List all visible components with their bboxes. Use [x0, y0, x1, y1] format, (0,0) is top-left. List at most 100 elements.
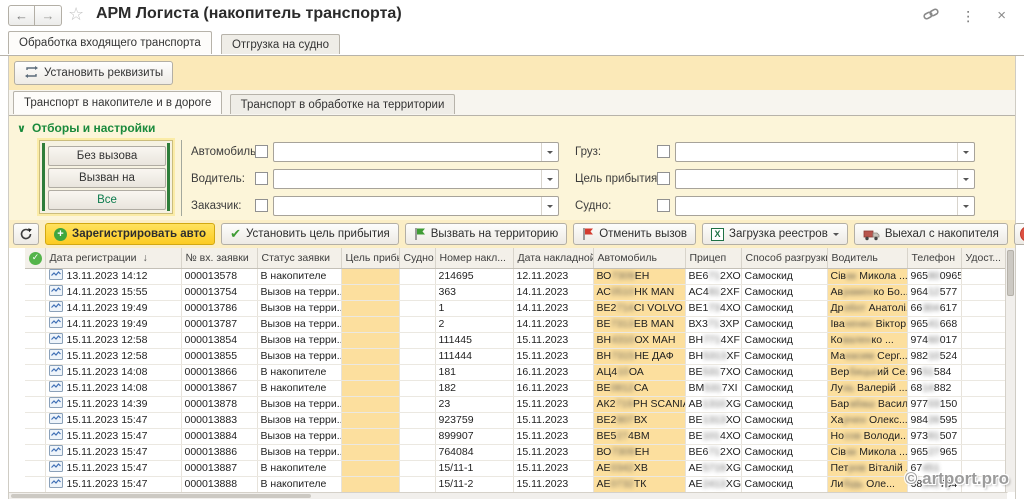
col-header-10[interactable]: Водитель [827, 248, 907, 268]
cell-trailer[interactable]: ВМ5317ХІ [685, 380, 741, 396]
set-requisites-button[interactable]: Установить реквизиты [14, 61, 173, 85]
cell-unload-method[interactable]: Самоскид [741, 332, 827, 348]
cell-select[interactable] [25, 380, 45, 396]
cell-select[interactable] [25, 348, 45, 364]
customer-filter-dropdown-icon[interactable] [541, 197, 558, 215]
cell-request-number[interactable]: 000013854 [181, 332, 257, 348]
cell-vessel[interactable] [399, 380, 435, 396]
cell-request-number[interactable]: 000013888 [181, 476, 257, 492]
cell-select[interactable] [25, 316, 45, 332]
cell-select[interactable] [25, 268, 45, 284]
cell-unload-method[interactable]: Самоскид [741, 412, 827, 428]
col-header-4[interactable]: Судно [399, 248, 435, 268]
col-header-12[interactable]: Удост... [961, 248, 1007, 268]
close-icon[interactable]: × [997, 9, 1006, 23]
cell-request-number[interactable]: 000013578 [181, 268, 257, 284]
cell-select[interactable] [25, 444, 45, 460]
cell-invoice-date[interactable]: 15.11.2023 [513, 412, 593, 428]
cell-trailer[interactable]: АС4812ХF [685, 284, 741, 300]
vehicle-filter-input[interactable] [273, 142, 559, 162]
cell-select[interactable] [25, 460, 45, 476]
table-row[interactable]: 13.11.2023 14:12000013578В накопителе214… [25, 268, 1007, 284]
cell-reg-date[interactable]: 15.11.2023 12:58 [45, 332, 181, 348]
cell-request-number[interactable]: 000013887 [181, 460, 257, 476]
cell-driver[interactable]: Іваненко Віктор ... [827, 316, 907, 332]
table-row[interactable]: 14.11.2023 15:55000013754Вызов на терри.… [25, 284, 1007, 300]
cell-request-status[interactable]: Вызов на терри... [257, 412, 341, 428]
vertical-scrollbar[interactable] [1005, 248, 1015, 492]
kebab-menu-icon[interactable]: ⋮ [961, 9, 975, 23]
cell-trailer[interactable]: АВ1310ХG [685, 396, 741, 412]
cell-invoice-date[interactable]: 14.11.2023 [513, 316, 593, 332]
cell-vehicle[interactable]: АК2719РН SCANIA [593, 396, 685, 412]
cell-unload-method[interactable]: Самоскид [741, 268, 827, 284]
cell-license[interactable] [961, 380, 1007, 396]
cell-driver[interactable]: Петров Віталій ... [827, 460, 907, 476]
tab-transport-on-territory[interactable]: Транспорт в обработке на территории [230, 94, 456, 114]
cargo-filter-dropdown-icon[interactable] [957, 143, 974, 161]
cell-vessel[interactable] [399, 396, 435, 412]
vessel-filter-checkbox[interactable] [657, 199, 670, 212]
cell-license[interactable] [961, 332, 1007, 348]
cell-vessel[interactable] [399, 444, 435, 460]
cell-invoice-date[interactable]: 15.11.2023 [513, 476, 593, 492]
driver-filter-dropdown-icon[interactable] [541, 170, 558, 188]
forward-button[interactable]: → [35, 5, 62, 26]
cell-invoice-number[interactable]: 15/11-1 [435, 460, 513, 476]
col-header-6[interactable]: Дата накладной [513, 248, 593, 268]
cell-invoice-number[interactable]: 923759 [435, 412, 513, 428]
cargo-filter-input[interactable] [675, 142, 975, 162]
cell-driver[interactable]: Сівак Микола ... [827, 268, 907, 284]
cell-invoice-date[interactable]: 15.11.2023 [513, 428, 593, 444]
table-row[interactable]: 14.11.2023 19:49000013787Вызов на терри.… [25, 316, 1007, 332]
cell-trailer[interactable]: АЕ2413ХG [685, 476, 741, 492]
cell-driver[interactable]: Авраменко Бо... [827, 284, 907, 300]
cell-vessel[interactable] [399, 476, 435, 492]
cell-reg-date[interactable]: 13.11.2023 14:12 [45, 268, 181, 284]
back-button[interactable]: ← [8, 5, 35, 26]
cell-request-status[interactable]: В накопителе [257, 364, 341, 380]
cell-vessel[interactable] [399, 428, 435, 444]
cargo-filter-checkbox[interactable] [657, 145, 670, 158]
cell-vehicle[interactable]: ВН7315НЕ ДАФ [593, 348, 685, 364]
cell-trailer[interactable]: ВЕ6712ХО [685, 444, 741, 460]
col-header-2[interactable]: Статус заявки [257, 248, 341, 268]
cell-invoice-date[interactable]: 16.11.2023 [513, 380, 593, 396]
cell-trailer[interactable]: ВЕ5317ХО [685, 364, 741, 380]
cell-request-status[interactable]: Вызов на терри... [257, 284, 341, 300]
cell-vehicle[interactable]: ВЕ2714СІ VOLVO [593, 300, 685, 316]
vehicle-filter-checkbox[interactable] [255, 145, 268, 158]
cell-request-status[interactable]: В накопителе [257, 268, 341, 284]
cell-arrival-goal[interactable] [341, 412, 399, 428]
cell-invoice-number[interactable]: 363 [435, 284, 513, 300]
cell-driver[interactable]: Барабаш Васил... [827, 396, 907, 412]
cell-vessel[interactable] [399, 332, 435, 348]
col-header-0[interactable]: Дата регистрации↓ [45, 248, 181, 268]
cell-arrival-goal[interactable] [341, 476, 399, 492]
cell-vehicle[interactable]: ВЕ0812СА [593, 380, 685, 396]
driver-filter-input[interactable] [273, 169, 559, 189]
arrival-goal-filter-dropdown-icon[interactable] [957, 170, 974, 188]
cell-arrival-goal[interactable] [341, 396, 399, 412]
register-auto-button[interactable]: + Зарегистрировать авто [45, 223, 215, 245]
cell-invoice-date[interactable]: 15.11.2023 [513, 348, 593, 364]
cell-trailer[interactable]: ВЕ1734ХО [685, 300, 741, 316]
table-row[interactable]: 15.11.2023 15:47000013887В накопителе15/… [25, 460, 1007, 476]
cell-select[interactable] [25, 300, 45, 316]
cell-request-status[interactable]: В накопителе [257, 460, 341, 476]
link-icon[interactable] [923, 7, 939, 24]
vehicle-filter-dropdown-icon[interactable] [541, 143, 558, 161]
table-row[interactable]: 15.11.2023 14:39000013878Вызов на терри.… [25, 396, 1007, 412]
cell-invoice-number[interactable]: 899907 [435, 428, 513, 444]
table-row[interactable]: 15.11.2023 14:08000013866В накопителе181… [25, 364, 1007, 380]
customer-filter-checkbox[interactable] [255, 199, 268, 212]
cell-vehicle[interactable]: ВЕ2907ВХ [593, 412, 685, 428]
cell-phone[interactable]: 96527965 [907, 444, 961, 460]
cell-phone[interactable]: 96541668 [907, 316, 961, 332]
cell-invoice-number[interactable]: 182 [435, 380, 513, 396]
table-row[interactable]: 15.11.2023 15:47000013884Вызов на терри.… [25, 428, 1007, 444]
cell-invoice-date[interactable]: 15.11.2023 [513, 332, 593, 348]
cell-request-number[interactable]: 000013787 [181, 316, 257, 332]
cell-phone[interactable]: 9651584 [907, 364, 961, 380]
cell-request-number[interactable]: 000013884 [181, 428, 257, 444]
